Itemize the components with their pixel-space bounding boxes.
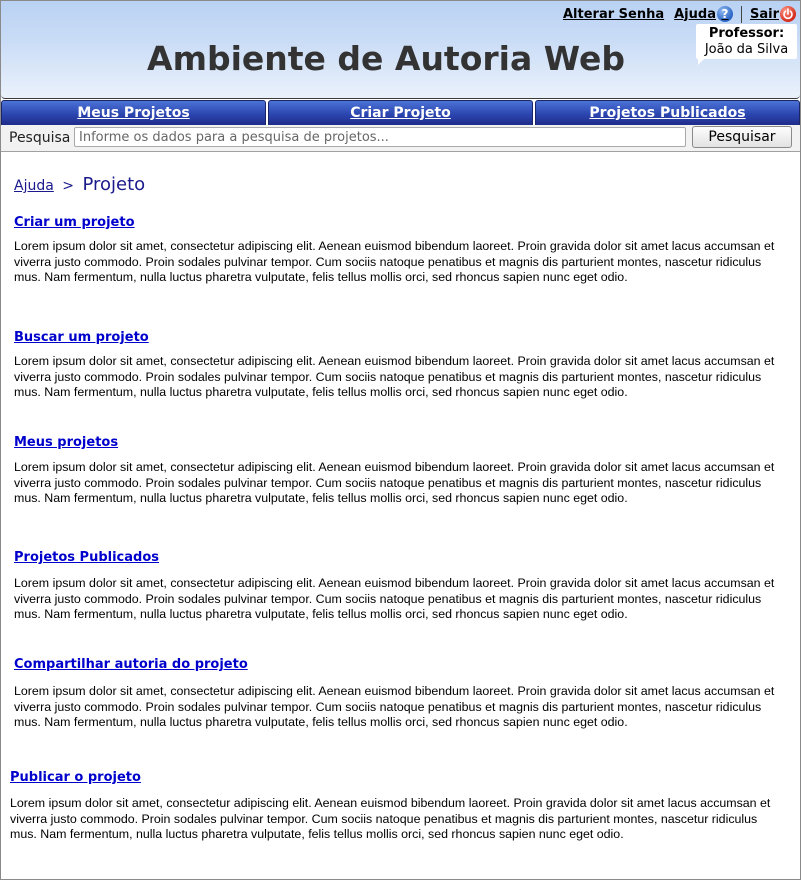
- page-frame: Ambiente de Autoria Web Alterar Senha Aj…: [0, 0, 801, 880]
- section-text: Lorem ipsum dolor sit amet, consectetur …: [14, 576, 775, 621]
- top-links: Alterar Senha Ajuda ? Sair: [563, 5, 796, 23]
- main-nav: Meus Projetos Criar Projeto Projetos Pub…: [1, 100, 800, 126]
- help-link-label: Ajuda: [674, 6, 716, 22]
- section-title-link[interactable]: Publicar o projeto: [10, 770, 141, 785]
- search-input[interactable]: [74, 127, 686, 147]
- help-section: Projetos Publicados Lorem ipsum dolor si…: [14, 546, 784, 623]
- section-text: Lorem ipsum dolor sit amet, consectetur …: [14, 354, 775, 399]
- section-text: Lorem ipsum dolor sit amet, consectetur …: [10, 796, 771, 841]
- professor-badge: Professor: João da Silva: [696, 24, 797, 65]
- tab-projetos-publicados[interactable]: Projetos Publicados: [535, 100, 800, 126]
- professor-name: João da Silva: [704, 42, 789, 57]
- search-bar: Pesquisa Pesquisar: [1, 125, 800, 152]
- section-title-link[interactable]: Buscar um projeto: [14, 330, 149, 345]
- section-text: Lorem ipsum dolor sit amet, consectetur …: [14, 684, 775, 729]
- section-title-link[interactable]: Compartilhar autoria do projeto: [14, 657, 248, 672]
- section-title-link[interactable]: Meus projetos: [14, 435, 118, 450]
- help-icon: ?: [716, 6, 733, 22]
- help-section: Criar um projeto Lorem ipsum dolor sit a…: [14, 211, 784, 286]
- power-icon: [780, 6, 796, 22]
- change-password-link[interactable]: Alterar Senha: [563, 7, 664, 22]
- search-button[interactable]: Pesquisar: [692, 126, 792, 148]
- tab-criar-projeto[interactable]: Criar Projeto: [268, 100, 533, 126]
- breadcrumb-current: Projeto: [82, 174, 146, 195]
- header: Ambiente de Autoria Web Alterar Senha Aj…: [1, 1, 800, 99]
- professor-role: Professor:: [708, 26, 785, 41]
- logout-link-label: Sair: [749, 6, 779, 22]
- section-text: Lorem ipsum dolor sit amet, consectetur …: [14, 239, 775, 284]
- help-section: Compartilhar autoria do projeto Lorem ip…: [14, 653, 784, 731]
- search-label: Pesquisa: [9, 130, 71, 146]
- badge-tail: [698, 59, 704, 65]
- logout-link[interactable]: Sair: [750, 6, 796, 22]
- app-title: Ambiente de Autoria Web: [147, 39, 625, 78]
- section-title-link[interactable]: Criar um projeto: [14, 215, 135, 230]
- breadcrumb-ajuda-link[interactable]: Ajuda: [14, 178, 54, 194]
- section-text: Lorem ipsum dolor sit amet, consectetur …: [14, 460, 775, 505]
- help-link[interactable]: Ajuda ?: [674, 6, 733, 22]
- tab-meus-projetos[interactable]: Meus Projetos: [1, 100, 266, 126]
- help-section: Publicar o projeto Lorem ipsum dolor sit…: [10, 766, 780, 843]
- help-section: Meus projetos Lorem ipsum dolor sit amet…: [14, 431, 784, 507]
- section-title-link[interactable]: Projetos Publicados: [14, 550, 159, 565]
- help-section: Buscar um projeto Lorem ipsum dolor sit …: [14, 326, 784, 401]
- breadcrumb: Ajuda > Projeto: [14, 174, 145, 195]
- breadcrumb-separator: >: [62, 178, 74, 194]
- link-separator: [740, 5, 742, 23]
